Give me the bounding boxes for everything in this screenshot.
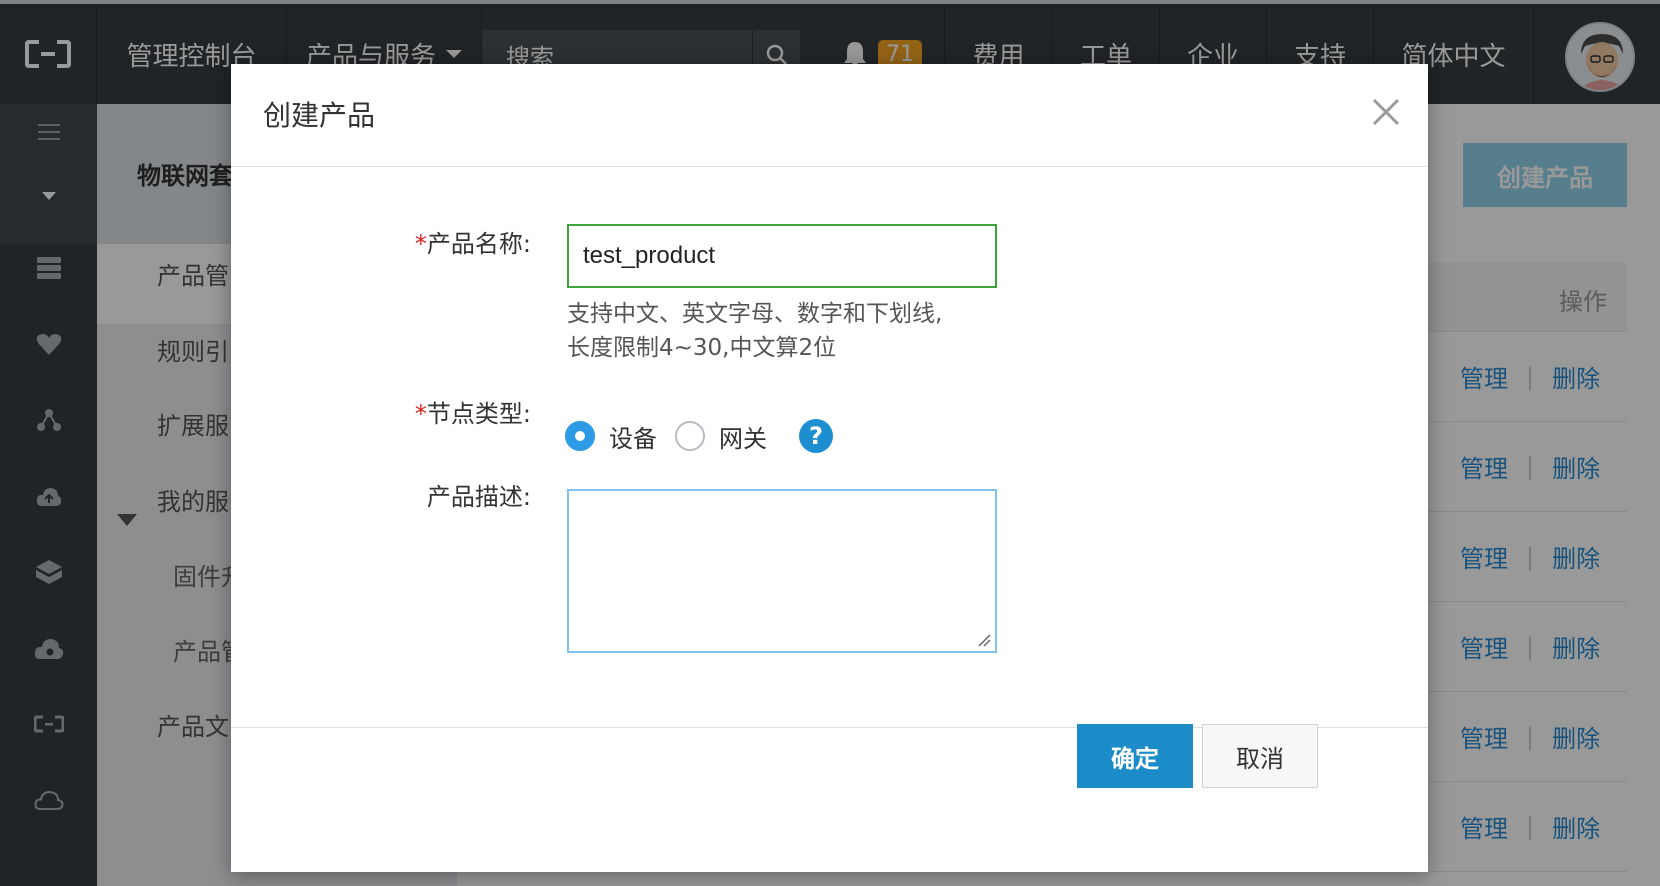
help-icon[interactable]: ? xyxy=(799,419,833,453)
required-mark: * xyxy=(414,230,427,258)
radio-device[interactable] xyxy=(565,421,595,451)
product-description-textarea[interactable] xyxy=(567,489,997,653)
dialog-title: 创建产品 xyxy=(263,99,376,132)
required-mark: * xyxy=(414,400,427,428)
product-name-label-text: 产品名称: xyxy=(426,230,531,258)
radio-gateway[interactable] xyxy=(675,421,705,451)
node-type-label: *节点类型: xyxy=(231,394,531,429)
node-type-label-text: 节点类型: xyxy=(426,400,531,428)
confirm-button[interactable]: 确定 xyxy=(1077,724,1193,788)
resize-grip-icon[interactable] xyxy=(977,633,991,647)
product-name-label: *产品名称: xyxy=(231,224,531,259)
product-name-input[interactable]: test_product xyxy=(567,224,997,288)
create-product-dialog: 创建产品 *产品名称: test_product 支持中文、英文字母、数字和下划… xyxy=(231,64,1428,872)
radio-device-label[interactable]: 设备 xyxy=(609,419,657,454)
hint-line-2: 长度限制4~30,中文算2位 xyxy=(567,335,837,361)
node-type-radio-group: 设备 网关 ? xyxy=(565,416,833,456)
radio-gateway-label[interactable]: 网关 xyxy=(719,419,767,454)
product-description-label: 产品描述: xyxy=(426,483,531,511)
close-icon[interactable] xyxy=(1366,92,1406,132)
dialog-header-divider xyxy=(231,166,1428,167)
hint-line-1: 支持中文、英文字母、数字和下划线, xyxy=(567,301,943,327)
cancel-button[interactable]: 取消 xyxy=(1202,724,1318,788)
product-name-hint: 支持中文、英文字母、数字和下划线, 长度限制4~30,中文算2位 xyxy=(567,297,942,365)
radio-selected-dot xyxy=(575,431,585,441)
